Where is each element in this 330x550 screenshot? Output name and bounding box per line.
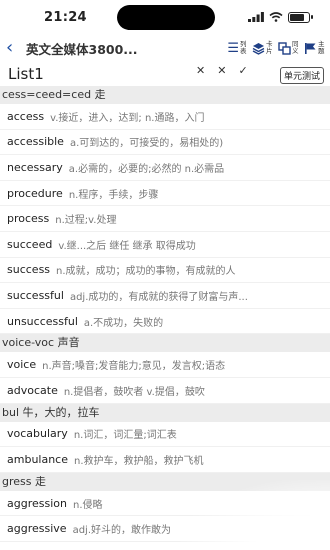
signal-icon — [248, 12, 264, 22]
definition-text: n.过程;v.处理 — [55, 215, 117, 227]
word-text: aggression — [7, 496, 67, 510]
dynamic-island — [117, 5, 215, 30]
word-text: success — [7, 263, 51, 277]
synonym-label: 同义 — [292, 40, 299, 55]
status-bar: 21:24 — [0, 0, 330, 34]
stack-icon — [252, 42, 265, 55]
list-item[interactable]: succeed v.继...之后 继任 继承 取得成功 — [0, 232, 330, 258]
toolbar: ☰ 列表 卡片 同义 主题 — [227, 41, 326, 55]
word-text: ambulance — [7, 452, 68, 466]
word-text: process — [7, 212, 50, 226]
word-text: necessary — [7, 160, 63, 174]
navigation-bar: ‹ 英文全媒体3800... ☰ 列表 卡片 同义 主题 — [0, 34, 330, 62]
definition-text: v.继...之后 继任 继承 取得成功 — [58, 240, 196, 252]
group-header: voice-voc 声音 — [0, 334, 330, 353]
list-item[interactable]: necessary a.必需的，必要的;必然的 n.必需品 — [0, 155, 330, 181]
word-text: unsuccessful — [7, 314, 78, 328]
status-time: 21:24 — [44, 9, 87, 25]
definition-text: n.程序，手续，步骤 — [68, 189, 159, 201]
card-view-button[interactable]: 卡片 — [252, 41, 274, 55]
synonym-button[interactable]: 同义 — [278, 41, 300, 55]
word-text: access — [7, 109, 45, 123]
correct-button[interactable]: ✓ — [238, 64, 247, 77]
word-text: advocate — [7, 383, 58, 397]
list-item[interactable]: advocate n.提倡者，鼓吹者 v.提倡，鼓吹 — [0, 378, 330, 404]
definition-text: n.侵略 — [72, 499, 103, 511]
page-title: 英文全媒体3800... — [26, 41, 138, 57]
definition-text: n.成就，成功；成功的事物，有成就的人 — [56, 266, 236, 278]
list-item[interactable]: process n.过程;v.处理 — [0, 206, 330, 232]
list-item[interactable]: aggressive adj.好斗的，敢作敢为 — [0, 516, 330, 542]
definition-text: a.必需的，必要的;必然的 n.必需品 — [68, 163, 225, 175]
flag-icon — [305, 42, 316, 54]
word-text: voice — [7, 358, 37, 372]
wrong-button[interactable]: ✕ — [217, 64, 226, 77]
list-header: List1 ✕ ✕ ✓ 单元测试 — [0, 62, 330, 86]
list-item[interactable]: voice n.声音;嗓音;发音能力;意见，发言权;语态 — [0, 352, 330, 378]
word-text: accessible — [7, 135, 64, 149]
list-item[interactable]: unsuccessful a.不成功，失败的 — [0, 309, 330, 335]
theme-label: 主题 — [318, 40, 325, 55]
mark-actions: ✕ ✕ ✓ — [196, 64, 248, 77]
synonym-icon — [278, 41, 291, 55]
list-item[interactable]: ambulance n.救护车，救护船，救护飞机 — [0, 447, 330, 473]
group-header: gress 走 — [0, 472, 330, 491]
definition-text: n.救护车，救护船，救护飞机 — [74, 455, 204, 467]
list-item[interactable]: aggression n.侵略 — [0, 491, 330, 517]
battery-icon — [288, 11, 313, 23]
definition-text: n.提倡者，鼓吹者 v.提倡，鼓吹 — [63, 386, 205, 398]
word-text: procedure — [7, 186, 63, 200]
word-text: succeed — [7, 237, 53, 251]
definition-text: v.接近，进入，达到; n.通路，入门 — [50, 112, 205, 124]
definition-text: a.可到达的，可接受的，易相处的) — [69, 138, 224, 150]
theme-button[interactable]: 主题 — [304, 41, 326, 55]
word-text: vocabulary — [7, 427, 68, 441]
word-text: aggressive — [7, 522, 67, 536]
word-text: successful — [7, 288, 64, 302]
definition-text: adj.成功的，有成就的获得了财富与声... — [69, 291, 248, 303]
definition-text: n.词汇，词汇量;词汇表 — [73, 430, 177, 442]
back-icon[interactable]: ‹ — [6, 39, 22, 57]
list-item[interactable]: successful adj.成功的，有成就的获得了财富与声... — [0, 283, 330, 309]
definition-text: a.不成功，失败的 — [83, 317, 164, 329]
group-header: bul 牛，大的，拉车 — [0, 403, 330, 422]
list-item[interactable]: vocabulary n.词汇，词汇量;词汇表 — [0, 422, 330, 448]
definition-text: n.声音;嗓音;发音能力;意见，发言权;语态 — [42, 361, 226, 373]
word-list: cess=ceed=ced 走 access v.接近，进入，达到; n.通路，入… — [0, 86, 330, 550]
system-icons — [248, 11, 313, 23]
list-item[interactable]: success n.成就，成功；成功的事物，有成就的人 — [0, 258, 330, 284]
unit-test-button[interactable]: 单元测试 — [279, 67, 324, 84]
hide-word-button[interactable]: ✕ — [196, 64, 205, 77]
list-title: List1 — [8, 65, 44, 83]
list-view-button[interactable]: ☰ 列表 — [227, 41, 248, 55]
group-header: cess=ceed=ced 走 — [0, 86, 330, 104]
list-item[interactable]: access v.接近，进入，达到; n.通路，入门 — [0, 104, 330, 130]
card-view-label: 卡片 — [266, 40, 273, 55]
list-icon: ☰ — [227, 40, 239, 56]
list-item[interactable]: accessible a.可到达的，可接受的，易相处的) — [0, 130, 330, 156]
definition-text: adj.好斗的，敢作敢为 — [72, 525, 171, 537]
list-item[interactable]: procedure n.程序，手续，步骤 — [0, 181, 330, 207]
list-view-label: 列表 — [240, 40, 247, 55]
wifi-icon — [269, 12, 283, 22]
